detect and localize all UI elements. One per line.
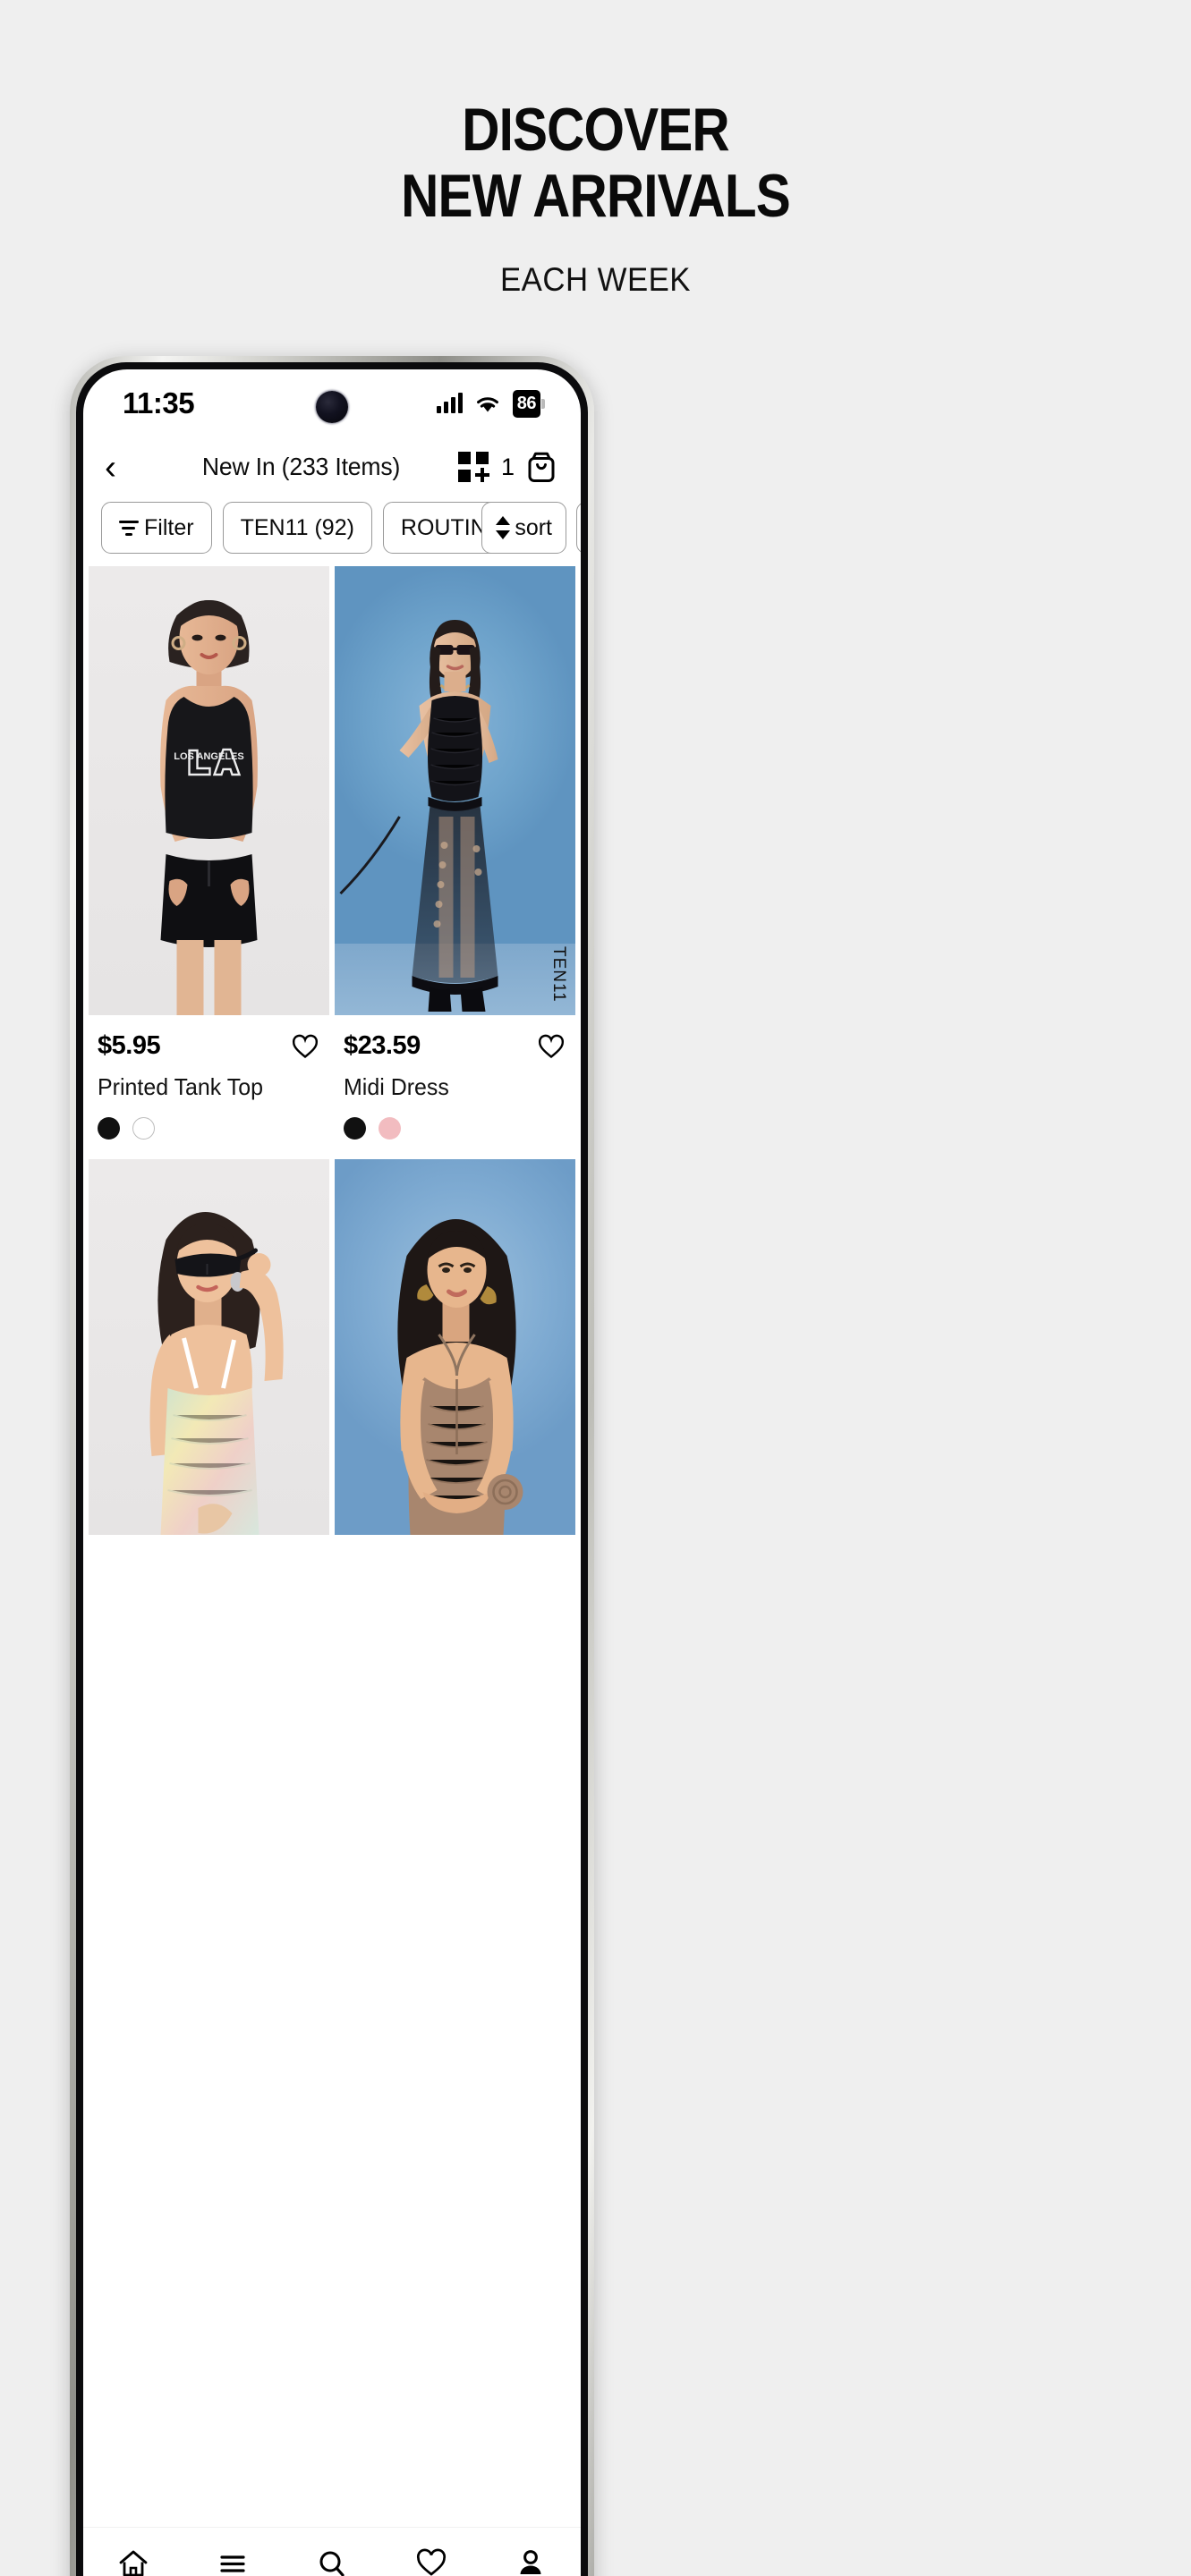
product-photo-midi-dress[interactable]: TEN11 [335,566,575,1015]
product-card[interactable]: TEN11 $23.59 Midi Dress [335,566,575,1159]
product-card[interactable] [335,1159,575,1535]
promo-screenshot: DISCOVER NEW ARRIVALS EACH WEEK 11:35 86… [0,0,1191,2576]
filter-chip-label: TEN11 (92) [240,514,354,540]
filter-chip-zando[interactable]: ZANDO (14 [575,502,581,554]
bottom-navigation: Home Menu [83,2527,581,2576]
color-swatches[interactable] [98,1117,319,1140]
front-camera-punch-hole-icon [316,391,348,423]
nav-item-wish-list[interactable]: Wish List [382,2548,481,2576]
cart-count-badge: 1 [500,453,515,480]
brand-watermark: TEN11 [549,946,568,1003]
headline-subtitle: EACH WEEK [500,261,691,298]
color-swatches[interactable] [344,1117,565,1140]
price-row: $5.95 [98,1031,319,1061]
product-grid: LOS ANGELES $5.95 Printed Tank Top TEN11… [83,566,581,1535]
product-card[interactable] [89,1159,329,1535]
product-price: $5.95 [98,1031,161,1060]
battery-icon: 86 [512,389,545,418]
product-info: $23.59 Midi Dress [335,1015,575,1159]
headline-line-1: DISCOVER [462,96,729,164]
product-photo-pastel-camisole[interactable] [89,1159,329,1535]
phone-mockup: 11:35 86 ‹ New In (233 Items) 1 Filter T… [70,356,594,2576]
headline-line-2: NEW ARRIVALS [401,162,791,230]
status-indicators: 86 [436,389,545,418]
app-header: ‹ New In (233 Items) 1 [83,437,581,496]
phone-screen: 11:35 86 ‹ New In (233 Items) 1 Filter T… [83,369,581,2576]
heart-outline-icon[interactable] [292,1033,319,1060]
battery-cap [541,398,545,409]
sort-button-label: sort [515,514,552,540]
color-swatch-black[interactable] [344,1117,366,1140]
nav-item-home[interactable]: Home [83,2548,183,2576]
color-swatch-pink[interactable] [379,1117,401,1140]
product-photo-taupe-halter-dress[interactable] [335,1159,575,1535]
filter-chip-ten11[interactable]: TEN11 (92) [222,502,372,554]
heart-outline-icon [417,2548,447,2576]
search-icon [319,2551,345,2576]
person-icon [520,2550,541,2574]
color-swatch-black[interactable] [98,1117,120,1140]
svg-text:LOS ANGELES: LOS ANGELES [174,751,243,762]
price-row: $23.59 [344,1031,565,1061]
filter-chip-row[interactable]: Filter TEN11 (92) ROUTINE (17) ZANDO (14 [83,496,581,566]
hero-copy: DISCOVER NEW ARRIVALS EACH WEEK [0,97,1191,299]
product-name: Printed Tank Top [98,1073,264,1100]
cellular-signal-icon [436,393,463,413]
wifi-icon [476,396,498,411]
status-bar: 11:35 86 [83,369,581,437]
hamburger-menu-icon [220,2555,245,2572]
filter-icon [119,519,139,537]
heart-outline-icon[interactable] [538,1033,565,1060]
product-card[interactable]: LOS ANGELES $5.95 Printed Tank Top [89,566,329,1159]
status-clock: 11:35 [123,386,195,419]
color-swatch-white[interactable] [132,1117,155,1140]
battery-level-label: 86 [512,389,540,418]
product-name: Midi Dress [344,1073,449,1100]
product-row: LOS ANGELES $5.95 Printed Tank Top TEN11… [83,566,581,1159]
shopping-bag-icon[interactable] [527,451,556,483]
page-title: New In (233 Items) [201,453,401,480]
product-row [83,1159,581,1535]
sort-updown-icon [496,515,511,540]
grid-add-icon[interactable] [457,452,489,482]
back-button[interactable]: ‹ [105,450,144,485]
nav-item-menu[interactable]: Menu [183,2548,282,2576]
product-price: $23.59 [344,1031,421,1060]
sort-button[interactable]: sort [481,502,566,554]
app-header-actions: 1 [457,451,556,483]
filter-button-label: Filter [144,514,194,540]
product-info: $5.95 Printed Tank Top [89,1015,329,1159]
product-photo-printed-tank-top[interactable]: LOS ANGELES [89,566,329,1015]
home-icon [119,2550,147,2576]
nav-item-search[interactable]: Search [282,2548,381,2576]
filter-button[interactable]: Filter [101,502,212,554]
nav-item-me[interactable]: Me [481,2548,581,2576]
phone-bezel: 11:35 86 ‹ New In (233 Items) 1 Filter T… [76,362,588,2576]
